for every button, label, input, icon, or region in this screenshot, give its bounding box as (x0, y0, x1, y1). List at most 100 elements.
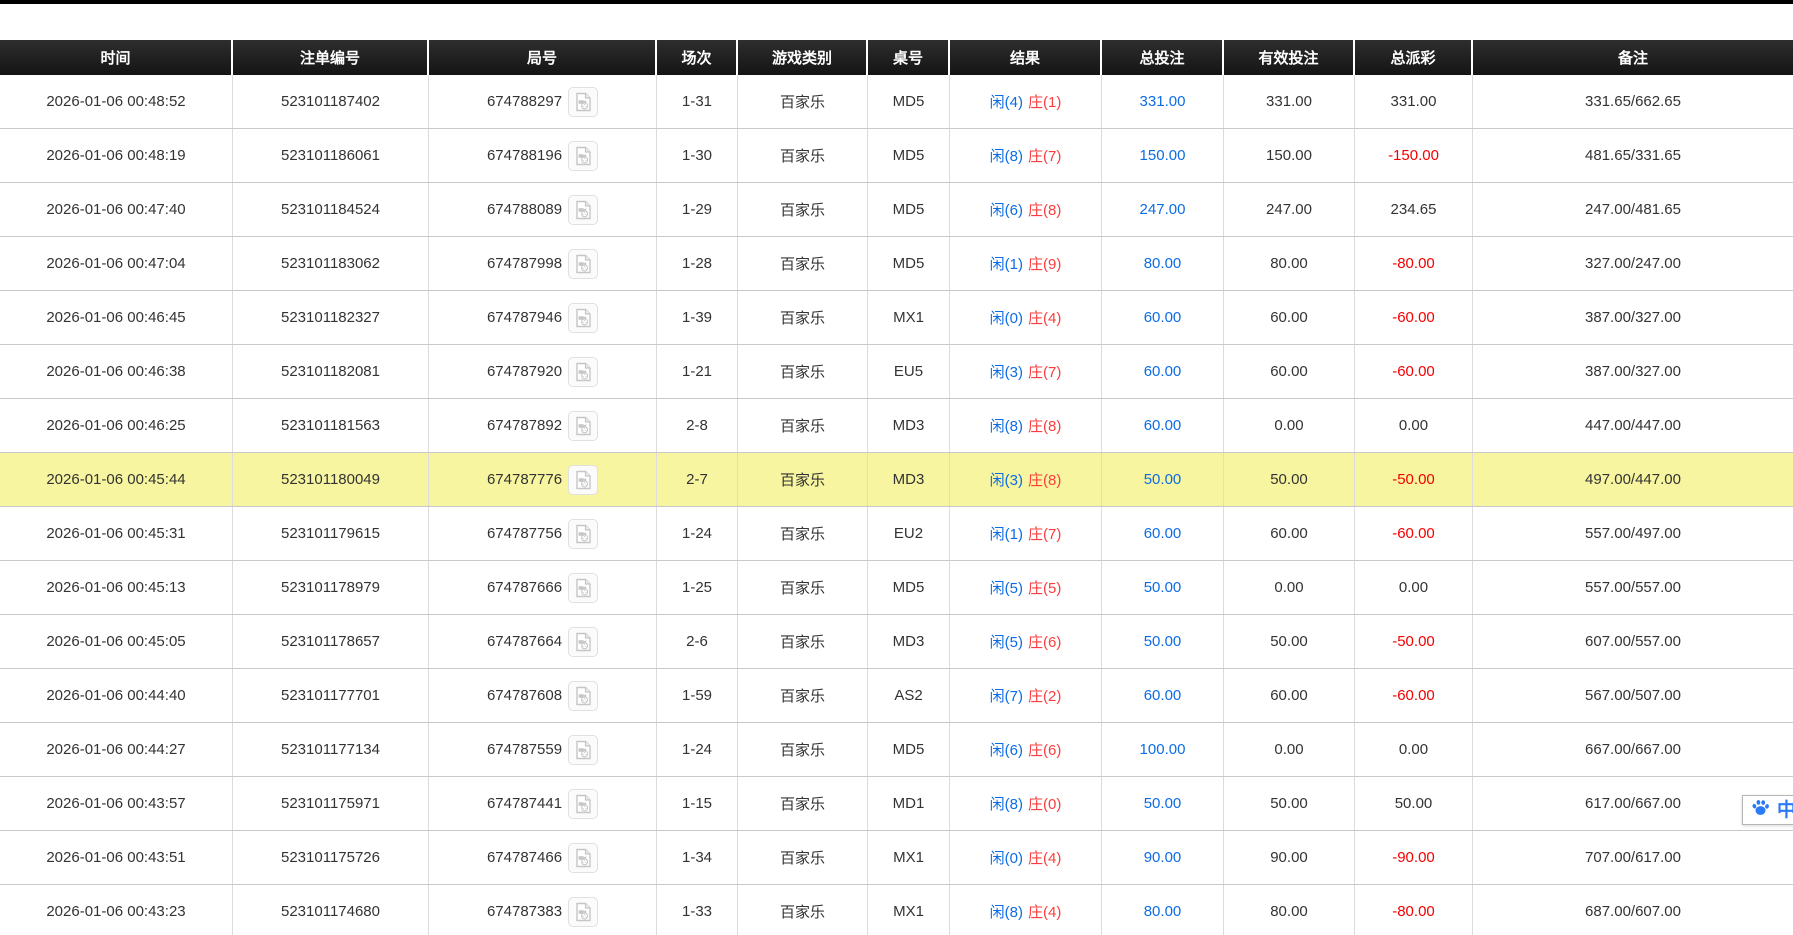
result-player-value: 闲(8) (990, 793, 1023, 814)
video-replay-button[interactable] (568, 789, 598, 819)
round-id-value: 674787756 (487, 525, 562, 542)
cell-result: 闲(1) 庄(9) (950, 237, 1102, 290)
cell-total-bet[interactable]: 60.00 (1102, 291, 1224, 344)
result-banker-value: 庄(8) (1028, 469, 1061, 490)
cell-table-no: EU2 (868, 507, 950, 560)
video-file-icon (573, 416, 593, 436)
cell-bet-id: 523101187402 (233, 75, 429, 128)
round-id-value: 674787559 (487, 741, 562, 758)
cell-game-type: 百家乐 (738, 183, 868, 236)
cell-total-bet[interactable]: 60.00 (1102, 507, 1224, 560)
cell-game-type: 百家乐 (738, 777, 868, 830)
cell-total-payout: 234.65 (1355, 183, 1473, 236)
video-replay-button[interactable] (568, 573, 598, 603)
cell-time: 2026-01-06 00:43:23 (0, 885, 233, 935)
round-id-value: 674787920 (487, 363, 562, 380)
cell-bet-id: 523101184524 (233, 183, 429, 236)
cell-valid-bet: 80.00 (1224, 885, 1355, 935)
cell-total-bet[interactable]: 60.00 (1102, 345, 1224, 398)
cell-session: 2-7 (657, 453, 738, 506)
cell-total-bet[interactable]: 80.00 (1102, 237, 1224, 290)
video-replay-button[interactable] (568, 411, 598, 441)
result-player-value: 闲(3) (990, 361, 1023, 382)
cell-total-bet[interactable]: 50.00 (1102, 453, 1224, 506)
cell-total-bet[interactable]: 60.00 (1102, 399, 1224, 452)
cell-session: 1-34 (657, 831, 738, 884)
cell-total-bet[interactable]: 50.00 (1102, 777, 1224, 830)
result-player-value: 闲(0) (990, 307, 1023, 328)
video-file-icon (573, 524, 593, 544)
round-id-value: 674787998 (487, 255, 562, 272)
cell-table-no: MD5 (868, 561, 950, 614)
video-replay-button[interactable] (568, 897, 598, 927)
cell-bet-id: 523101174680 (233, 885, 429, 935)
cell-round-id: 674787559 (429, 723, 657, 776)
cell-result: 闲(4) 庄(1) (950, 75, 1102, 128)
result-player-value: 闲(6) (990, 199, 1023, 220)
cell-round-id: 674787608 (429, 669, 657, 722)
cell-session: 1-30 (657, 129, 738, 182)
translate-popup[interactable]: 中 (1742, 795, 1793, 825)
result-player-value: 闲(3) (990, 469, 1023, 490)
cell-total-payout: -60.00 (1355, 669, 1473, 722)
cell-total-bet[interactable]: 150.00 (1102, 129, 1224, 182)
cell-game-type: 百家乐 (738, 885, 868, 935)
cell-bet-id: 523101181563 (233, 399, 429, 452)
video-replay-button[interactable] (568, 465, 598, 495)
video-replay-button[interactable] (568, 303, 598, 333)
cell-total-payout: -80.00 (1355, 237, 1473, 290)
cell-session: 2-8 (657, 399, 738, 452)
cell-valid-bet: 60.00 (1224, 345, 1355, 398)
cell-bet-id: 523101178979 (233, 561, 429, 614)
cell-total-bet[interactable]: 247.00 (1102, 183, 1224, 236)
video-replay-button[interactable] (568, 519, 598, 549)
paw-icon (1751, 799, 1770, 821)
cell-remark: 331.65/662.65 (1473, 75, 1793, 128)
cell-bet-id: 523101186061 (233, 129, 429, 182)
cell-total-bet[interactable]: 50.00 (1102, 561, 1224, 614)
top-black-strip (0, 0, 1793, 4)
video-replay-button[interactable] (568, 357, 598, 387)
table-row: 2026-01-06 00:44:27 523101177134 6747875… (0, 723, 1793, 777)
cell-total-bet[interactable]: 60.00 (1102, 669, 1224, 722)
cell-game-type: 百家乐 (738, 345, 868, 398)
cell-valid-bet: 0.00 (1224, 561, 1355, 614)
video-replay-button[interactable] (568, 249, 598, 279)
table-row: 2026-01-06 00:45:13 523101178979 6747876… (0, 561, 1793, 615)
column-header-session: 场次 (657, 40, 738, 75)
video-file-icon (573, 902, 593, 922)
cell-remark: 447.00/447.00 (1473, 399, 1793, 452)
cell-result: 闲(1) 庄(7) (950, 507, 1102, 560)
cell-result: 闲(6) 庄(8) (950, 183, 1102, 236)
cell-total-payout: 0.00 (1355, 399, 1473, 452)
round-id-value: 674787608 (487, 687, 562, 704)
table-row: 2026-01-06 00:47:40 523101184524 6747880… (0, 183, 1793, 237)
video-replay-button[interactable] (568, 735, 598, 765)
cell-remark: 247.00/481.65 (1473, 183, 1793, 236)
cell-time: 2026-01-06 00:47:04 (0, 237, 233, 290)
cell-total-bet[interactable]: 90.00 (1102, 831, 1224, 884)
cell-round-id: 674787666 (429, 561, 657, 614)
cell-total-bet[interactable]: 50.00 (1102, 615, 1224, 668)
video-replay-button[interactable] (568, 141, 598, 171)
video-file-icon (573, 740, 593, 760)
cell-game-type: 百家乐 (738, 129, 868, 182)
cell-bet-id: 523101178657 (233, 615, 429, 668)
video-file-icon (573, 794, 593, 814)
cell-total-bet[interactable]: 80.00 (1102, 885, 1224, 935)
cell-game-type: 百家乐 (738, 237, 868, 290)
video-replay-button[interactable] (568, 195, 598, 225)
video-replay-button[interactable] (568, 681, 598, 711)
cell-total-bet[interactable]: 100.00 (1102, 723, 1224, 776)
cell-table-no: MD5 (868, 183, 950, 236)
cell-result: 闲(3) 庄(7) (950, 345, 1102, 398)
video-replay-button[interactable] (568, 843, 598, 873)
video-replay-button[interactable] (568, 87, 598, 117)
cell-result: 闲(0) 庄(4) (950, 831, 1102, 884)
cell-valid-bet: 80.00 (1224, 237, 1355, 290)
cell-result: 闲(5) 庄(6) (950, 615, 1102, 668)
cell-total-bet[interactable]: 331.00 (1102, 75, 1224, 128)
cell-session: 1-39 (657, 291, 738, 344)
cell-time: 2026-01-06 00:45:31 (0, 507, 233, 560)
video-replay-button[interactable] (568, 627, 598, 657)
